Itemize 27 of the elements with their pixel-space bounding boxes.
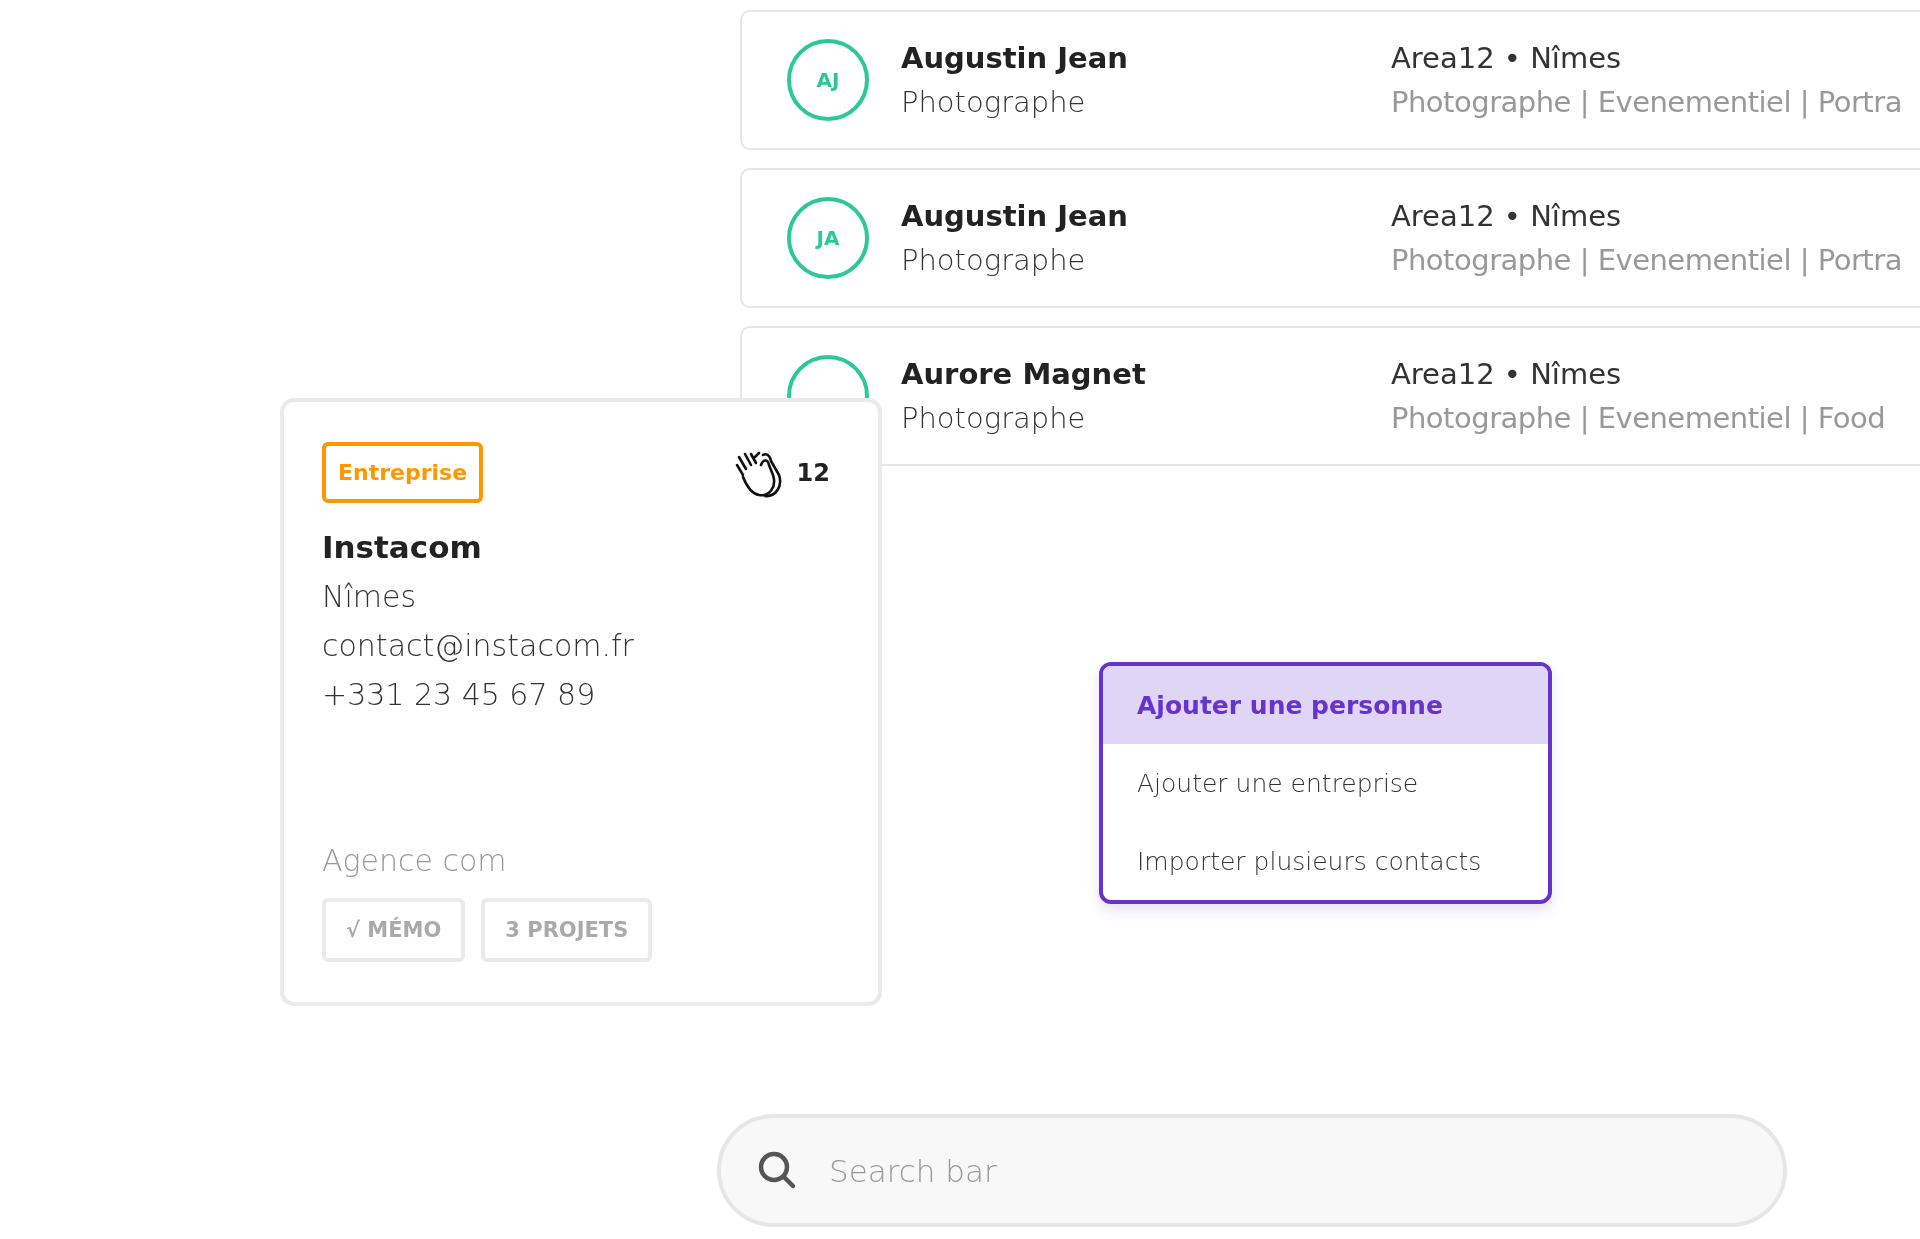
avatar: JA	[787, 197, 869, 279]
menu-item[interactable]: Ajouter une personne	[1103, 666, 1548, 744]
contact-role: Photographe	[901, 85, 1087, 119]
company-category: Agence com	[322, 843, 508, 878]
type-tag: Entreprise	[322, 442, 484, 503]
contact-tags: Photographe | Evenementiel | Portra	[1391, 243, 1902, 277]
menu-item[interactable]: Ajouter une entreprise	[1103, 744, 1548, 822]
contact-location: Area12 • Nîmes	[1391, 41, 1623, 75]
avatar: AJ	[787, 39, 869, 121]
company-city: Nîmes	[322, 579, 418, 614]
search-icon	[757, 1150, 797, 1190]
contact-tags: Photographe | Evenementiel | Portra	[1391, 85, 1902, 119]
contact-card[interactable]: AJ Augustin Jean Photographe Area12 • Nîmes Photographe | Evenementiel | Portra	[740, 10, 1920, 150]
contact-tags: Photographe | Evenementiel | Food	[1391, 401, 1886, 435]
contact-role: Photographe	[901, 243, 1087, 277]
contact-name: Augustin Jean	[901, 41, 1129, 75]
contact-name: Aurore Magnet	[901, 357, 1147, 391]
company-email: contact@instacom.fr	[322, 628, 635, 663]
search-field[interactable]: Search bar	[717, 1114, 1787, 1227]
contact-card[interactable]: JA Augustin Jean Photographe Area12 • Nîmes Photographe | Evenementiel | Portra	[740, 168, 1920, 308]
contact-location: Area12 • Nîmes	[1391, 199, 1623, 233]
menu-item[interactable]: Importer plusieurs contacts	[1103, 822, 1548, 900]
contact-role: Photographe	[901, 401, 1087, 435]
company-name: Instacom	[322, 529, 483, 565]
contact-name: Augustin Jean	[901, 199, 1129, 233]
contact-location: Area12 • Nîmes	[1391, 357, 1623, 391]
company-phone: +331 23 45 67 89	[322, 677, 597, 712]
